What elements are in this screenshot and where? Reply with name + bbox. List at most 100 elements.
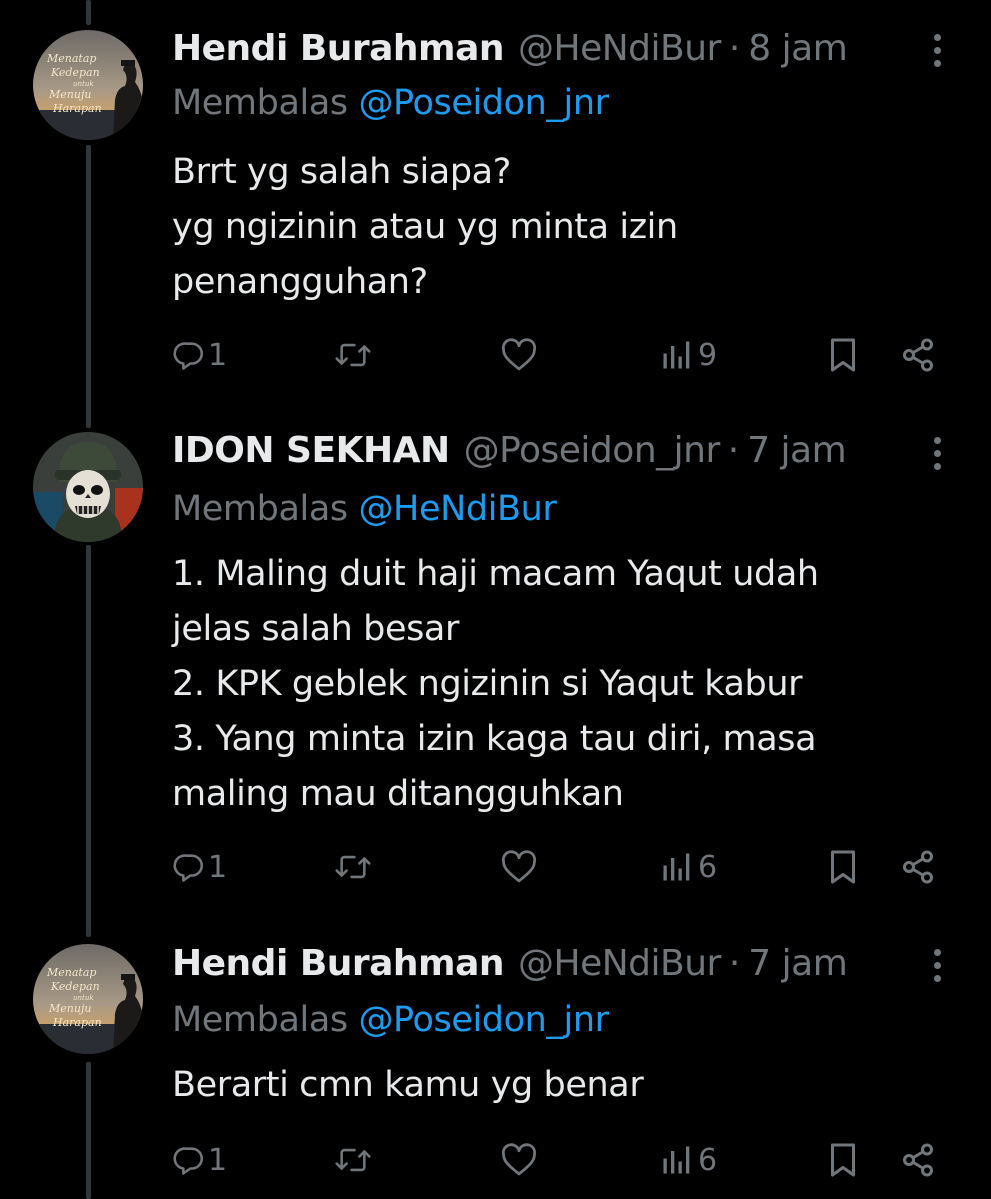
- views-count: 6: [698, 1142, 718, 1178]
- tweet-text-line: 2. KPK geblek ngizinin si Yaqut kabur: [172, 664, 803, 704]
- tweet-text-line: 1. Maling duit haji macam Yaqut udah: [172, 554, 819, 594]
- bookmark-button[interactable]: [827, 330, 859, 380]
- avatar-lettering: untuk: [73, 80, 94, 88]
- timestamp[interactable]: 7 jam: [747, 430, 846, 471]
- like-button[interactable]: [500, 1135, 538, 1185]
- views-button[interactable]: 9: [662, 330, 717, 380]
- author-handle[interactable]: @HeNdiBur: [518, 943, 721, 984]
- views-button[interactable]: 6: [662, 1135, 717, 1185]
- timestamp[interactable]: 7 jam: [748, 943, 847, 984]
- tweet-header: IDON SEKHAN @Poseidon_jnr · 7 jam: [172, 427, 847, 473]
- tweet-header: Hendi Burahman @HeNdiBur · 7 jam: [172, 940, 848, 986]
- bookmark-icon: [827, 337, 859, 373]
- mention-link[interactable]: @HeNdiBur: [358, 489, 556, 529]
- tweet-text: 1. Maling duit haji macam Yaqut udah jel…: [172, 547, 932, 822]
- tweet-text-line: Berarti cmn kamu yg benar: [172, 1065, 644, 1105]
- tweet-actions: 1 6: [0, 1135, 991, 1185]
- mention-link[interactable]: @Poseidon_jnr: [358, 83, 609, 123]
- replying-to: Membalas @Poseidon_jnr: [172, 83, 609, 123]
- replying-to-label: Membalas: [172, 489, 348, 529]
- tweet-text-line: maling mau ditangguhkan: [172, 774, 624, 814]
- reply-button[interactable]: 1: [172, 330, 227, 380]
- author-name[interactable]: Hendi Burahman: [172, 28, 505, 69]
- avatar-lettering: Menuju: [48, 88, 91, 101]
- tweet[interactable]: Menatap Kedepan untuk Menuju Harapan Hen…: [0, 0, 991, 420]
- author-name[interactable]: IDON SEKHAN: [172, 430, 450, 471]
- replying-to-label: Membalas: [172, 1000, 348, 1040]
- avatar-lettering: Menuju: [48, 1002, 91, 1015]
- share-icon: [900, 1142, 936, 1178]
- retweet-icon: [333, 1143, 373, 1177]
- share-button[interactable]: [900, 1135, 936, 1185]
- tweet-text-line: Brrt yg salah siapa?: [172, 152, 511, 192]
- views-count: 9: [698, 337, 718, 373]
- views-icon: [662, 1145, 692, 1175]
- tweet-text: Berarti cmn kamu yg benar: [172, 1058, 932, 1113]
- bookmark-icon: [827, 1142, 859, 1178]
- tweet-text-line: yg ngizinin atau yg minta izin: [172, 207, 678, 247]
- avatar-lettering: Kedepan: [50, 66, 100, 79]
- reply-count: 1: [208, 1142, 228, 1178]
- share-icon: [900, 849, 936, 885]
- reply-button[interactable]: 1: [172, 1135, 227, 1185]
- tweet-header: Hendi Burahman @HeNdiBur · 8 jam: [172, 25, 848, 71]
- tweet-actions: 1 6: [0, 842, 991, 892]
- tweet-text-line: penangguhan?: [172, 262, 428, 302]
- reply-count: 1: [208, 849, 228, 885]
- views-button[interactable]: 6: [662, 842, 717, 892]
- share-icon: [900, 337, 936, 373]
- retweet-button[interactable]: [333, 330, 373, 380]
- tweet[interactable]: IDON SEKHAN @Poseidon_jnr · 7 jam Membal…: [0, 430, 991, 930]
- avatar-lettering: Kedepan: [50, 980, 100, 993]
- tweet-text-line: 3. Yang minta izin kaga tau diri, masa: [172, 719, 817, 759]
- timestamp[interactable]: 8 jam: [748, 28, 847, 69]
- retweet-button[interactable]: [333, 1135, 373, 1185]
- tweet-actions: 1 9: [0, 330, 991, 380]
- separator-dot: ·: [728, 942, 741, 984]
- heart-icon: [500, 338, 538, 372]
- avatar[interactable]: Menatap Kedepan untuk Menuju Harapan: [33, 30, 143, 140]
- reply-icon: [172, 1143, 206, 1177]
- heart-icon: [500, 1143, 538, 1177]
- reply-count: 1: [208, 337, 228, 373]
- tweet[interactable]: Menatap Kedepan untuk Menuju Harapan Hen…: [0, 940, 991, 1199]
- more-icon[interactable]: [922, 433, 952, 473]
- avatar-lettering: Harapan: [52, 1016, 102, 1029]
- author-name[interactable]: Hendi Burahman: [172, 943, 505, 984]
- replying-to: Membalas @Poseidon_jnr: [172, 1000, 609, 1040]
- mention-link[interactable]: @Poseidon_jnr: [358, 1000, 609, 1040]
- more-icon[interactable]: [922, 30, 952, 70]
- more-icon[interactable]: [922, 945, 952, 985]
- tweet-text-line: jelas salah besar: [172, 609, 459, 649]
- separator-dot: ·: [728, 27, 741, 69]
- replying-to-label: Membalas: [172, 83, 348, 123]
- avatar-lettering: Menatap: [46, 966, 96, 979]
- share-button[interactable]: [900, 330, 936, 380]
- reply-button[interactable]: 1: [172, 842, 227, 892]
- avatar-lettering: Harapan: [52, 102, 102, 115]
- bookmark-button[interactable]: [827, 842, 859, 892]
- author-handle[interactable]: @HeNdiBur: [518, 28, 721, 69]
- retweet-icon: [333, 850, 373, 884]
- reply-icon: [172, 850, 206, 884]
- like-button[interactable]: [500, 330, 538, 380]
- bookmark-button[interactable]: [827, 1135, 859, 1185]
- author-handle[interactable]: @Poseidon_jnr: [464, 430, 721, 471]
- views-count: 6: [698, 849, 718, 885]
- retweet-button[interactable]: [333, 842, 373, 892]
- like-button[interactable]: [500, 842, 538, 892]
- share-button[interactable]: [900, 842, 936, 892]
- avatar[interactable]: Menatap Kedepan untuk Menuju Harapan: [33, 944, 143, 1054]
- heart-icon: [500, 850, 538, 884]
- views-icon: [662, 852, 692, 882]
- separator-dot: ·: [727, 429, 740, 471]
- reply-icon: [172, 338, 206, 372]
- avatar-lettering: Menatap: [46, 52, 96, 65]
- bookmark-icon: [827, 849, 859, 885]
- avatar[interactable]: [33, 432, 143, 542]
- retweet-icon: [333, 338, 373, 372]
- tweet-text: Brrt yg salah siapa? yg ngizinin atau yg…: [172, 145, 932, 310]
- views-icon: [662, 340, 692, 370]
- avatar-lettering: untuk: [73, 994, 94, 1002]
- replying-to: Membalas @HeNdiBur: [172, 489, 557, 529]
